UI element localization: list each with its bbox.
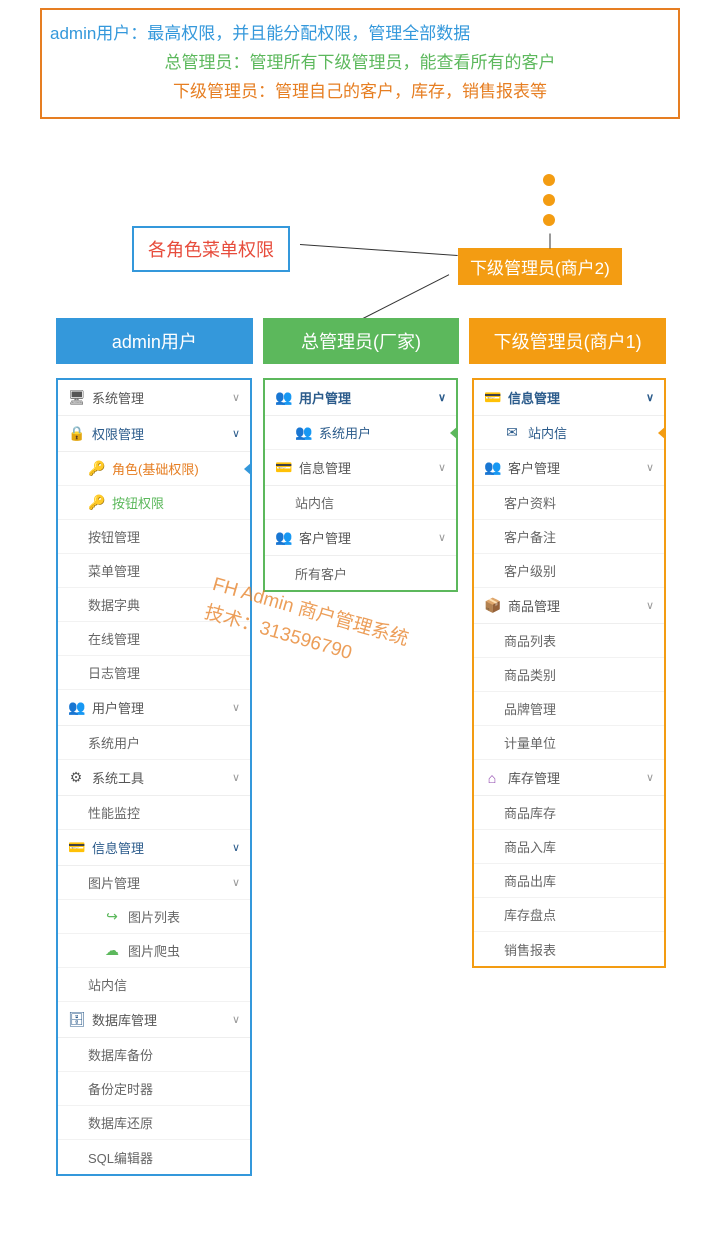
- chevron-down-icon: ∨: [438, 531, 446, 544]
- menu-img-crawl[interactable]: ☁图片爬虫: [58, 934, 250, 968]
- menu-prod-cat[interactable]: 商品类别: [474, 658, 664, 692]
- desc-admin: admin用户：最高权限，并且能分配权限，管理全部数据: [50, 20, 670, 49]
- menu-system[interactable]: 🖥系统管理∨: [58, 380, 250, 416]
- menu-db-backup[interactable]: 数据库备份: [58, 1038, 250, 1072]
- monitor-icon: 🖥: [68, 389, 84, 406]
- header-admin: admin用户: [56, 318, 253, 364]
- connector-line: [300, 244, 458, 256]
- header-sub: 下级管理员(商户1): [469, 318, 666, 364]
- role-description-box: admin用户：最高权限，并且能分配权限，管理全部数据 总管理员：管理所有下级管…: [40, 8, 680, 119]
- chevron-down-icon: ∨: [438, 461, 446, 474]
- menu-menu-mgmt[interactable]: 菜单管理: [58, 554, 250, 588]
- menu-cust-level[interactable]: 客户级别: [474, 554, 664, 588]
- menu-msg[interactable]: 站内信: [265, 486, 456, 520]
- connector-line: [359, 274, 449, 321]
- menu-sql[interactable]: SQL编辑器: [58, 1140, 250, 1174]
- home-icon: ⌂: [484, 770, 500, 786]
- chevron-down-icon: ∨: [646, 599, 654, 612]
- menu-img-mgmt[interactable]: 图片管理∨: [58, 866, 250, 900]
- chevron-down-icon: ∨: [438, 391, 446, 404]
- chevron-down-icon: ∨: [232, 427, 240, 440]
- roles-menu-label: 各角色菜单权限: [132, 226, 290, 272]
- menu-users[interactable]: 👥用户管理∨: [265, 380, 456, 416]
- menu-log[interactable]: 日志管理: [58, 656, 250, 690]
- chevron-down-icon: ∨: [232, 701, 240, 714]
- chevron-down-icon: ∨: [646, 461, 654, 474]
- menu-btn-perm[interactable]: 🔑按钮权限: [58, 486, 250, 520]
- menu-stock[interactable]: ⌂库存管理∨: [474, 760, 664, 796]
- menu-role[interactable]: 🔑角色(基础权限): [58, 452, 250, 486]
- menu-info[interactable]: 💳信息管理∨: [58, 830, 250, 866]
- users-icon: 👥: [484, 459, 500, 476]
- role-tab-merchant2: 下级管理员(商户2): [458, 248, 622, 285]
- menu-customer[interactable]: 👥客户管理∨: [474, 450, 664, 486]
- menu-customer[interactable]: 👥客户管理∨: [265, 520, 456, 556]
- connector-line: [550, 234, 551, 249]
- triangle-indicator: [244, 462, 252, 476]
- menu-manager: 👥用户管理∨ 👥系统用户 💳信息管理∨ 站内信 👥客户管理∨ 所有客户: [263, 378, 458, 592]
- menu-users[interactable]: 👥用户管理∨: [58, 690, 250, 726]
- users-icon: 👥: [295, 424, 311, 441]
- menu-db[interactable]: 🗄数据库管理∨: [58, 1002, 250, 1038]
- ellipsis-dots: [543, 166, 555, 234]
- menu-sales-report[interactable]: 销售报表: [474, 932, 664, 966]
- menu-cust-info[interactable]: 客户资料: [474, 486, 664, 520]
- menu-dict[interactable]: 数据字典: [58, 588, 250, 622]
- box-icon: 📦: [484, 597, 500, 614]
- lock-icon: 🔒: [68, 425, 84, 442]
- users-icon: 👥: [275, 529, 291, 546]
- menu-img-list[interactable]: ↪图片列表: [58, 900, 250, 934]
- menu-stock-prod[interactable]: 商品库存: [474, 796, 664, 830]
- menu-btn-mgmt[interactable]: 按钮管理: [58, 520, 250, 554]
- header-manager: 总管理员(厂家): [263, 318, 460, 364]
- menu-info[interactable]: 💳信息管理∨: [474, 380, 664, 416]
- menu-db-restore[interactable]: 数据库还原: [58, 1106, 250, 1140]
- chevron-down-icon: ∨: [646, 391, 654, 404]
- menu-db-timer[interactable]: 备份定时器: [58, 1072, 250, 1106]
- menu-all-customer[interactable]: 所有客户: [265, 556, 456, 590]
- chevron-down-icon: ∨: [232, 391, 240, 404]
- menu-stock-out[interactable]: 商品出库: [474, 864, 664, 898]
- share-icon: ↪: [104, 908, 120, 925]
- cloud-icon: ☁: [104, 942, 120, 959]
- menu-online[interactable]: 在线管理: [58, 622, 250, 656]
- menu-stock-check[interactable]: 库存盘点: [474, 898, 664, 932]
- menu-info[interactable]: 💳信息管理∨: [265, 450, 456, 486]
- users-icon: 👥: [68, 699, 84, 716]
- menu-msg[interactable]: 站内信: [58, 968, 250, 1002]
- menu-sys-user[interactable]: 👥系统用户: [265, 416, 456, 450]
- menu-perf[interactable]: 性能监控: [58, 796, 250, 830]
- menu-admin: 🖥系统管理∨ 🔒权限管理∨ 🔑角色(基础权限) 🔑按钮权限 按钮管理 菜单管理 …: [56, 378, 252, 1176]
- triangle-indicator: [658, 426, 666, 440]
- key-icon: 🔑: [88, 494, 104, 511]
- menu-product[interactable]: 📦商品管理∨: [474, 588, 664, 624]
- column-headers: admin用户 总管理员(厂家) 下级管理员(商户1): [0, 318, 720, 364]
- chevron-down-icon: ∨: [232, 1013, 240, 1026]
- chevron-down-icon: ∨: [232, 771, 240, 784]
- card-icon: 💳: [484, 389, 500, 406]
- menu-tools[interactable]: ⚙系统工具∨: [58, 760, 250, 796]
- chevron-down-icon: ∨: [232, 876, 240, 889]
- triangle-indicator: [450, 426, 458, 440]
- menu-prod-list[interactable]: 商品列表: [474, 624, 664, 658]
- users-icon: 👥: [275, 389, 291, 406]
- desc-sub: 下级管理员：管理自己的客户，库存，销售报表等: [50, 78, 670, 107]
- menu-sub: 💳信息管理∨ ✉站内信 👥客户管理∨ 客户资料 客户备注 客户级别 📦商品管理∨…: [472, 378, 666, 968]
- menu-cust-note[interactable]: 客户备注: [474, 520, 664, 554]
- gear-icon: ⚙: [68, 769, 84, 786]
- chevron-down-icon: ∨: [646, 771, 654, 784]
- card-icon: 💳: [275, 459, 291, 476]
- menu-msg[interactable]: ✉站内信: [474, 416, 664, 450]
- menu-stock-in[interactable]: 商品入库: [474, 830, 664, 864]
- menu-brand[interactable]: 品牌管理: [474, 692, 664, 726]
- card-icon: 💳: [68, 839, 84, 856]
- mail-icon: ✉: [504, 424, 520, 441]
- database-icon: 🗄: [68, 1011, 84, 1028]
- menu-unit[interactable]: 计量单位: [474, 726, 664, 760]
- desc-manager: 总管理员：管理所有下级管理员，能查看所有的客户: [50, 49, 670, 78]
- menu-permission[interactable]: 🔒权限管理∨: [58, 416, 250, 452]
- key-icon: 🔑: [88, 460, 104, 477]
- chevron-down-icon: ∨: [232, 841, 240, 854]
- menu-sys-user[interactable]: 系统用户: [58, 726, 250, 760]
